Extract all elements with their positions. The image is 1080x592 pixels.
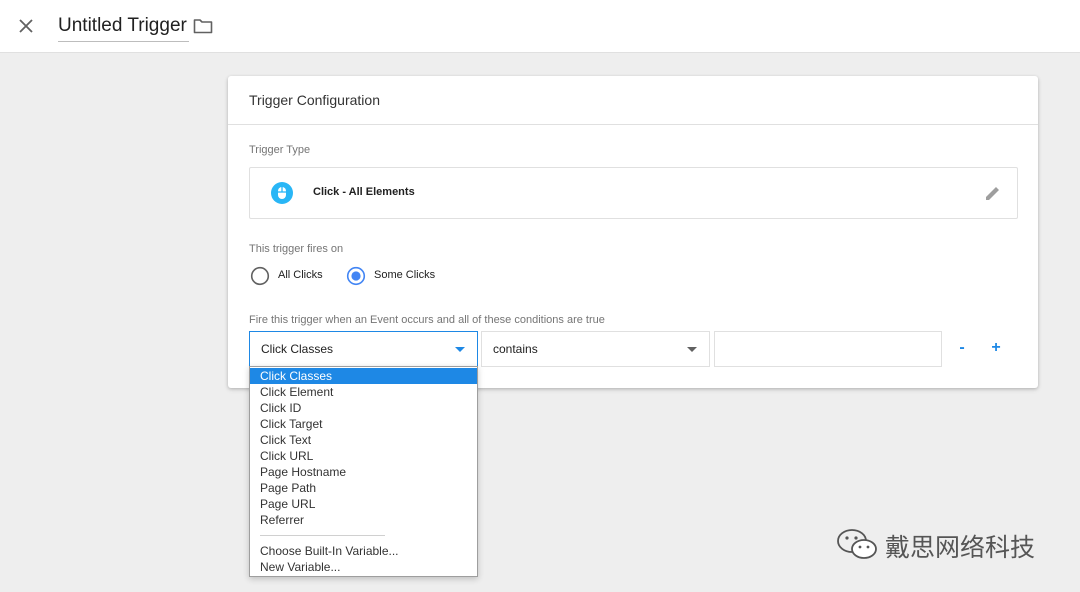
dropdown-item-click-url[interactable]: Click URL — [250, 448, 477, 464]
dropdown-divider — [260, 535, 385, 536]
chevron-down-icon — [455, 347, 465, 352]
dropdown-item-referrer[interactable]: Referrer — [250, 512, 477, 528]
dropdown-item-page-url[interactable]: Page URL — [250, 496, 477, 512]
radio-some-clicks[interactable] — [346, 266, 366, 286]
watermark: 戴思网络科技 — [835, 526, 1035, 564]
radio-some-clicks-label[interactable]: Some Clicks — [374, 269, 435, 281]
trigger-configuration-card: Trigger Configuration Trigger Type Click… — [228, 76, 1038, 388]
variable-select-value: Click Classes — [261, 342, 334, 356]
dropdown-item-click-element[interactable]: Click Element — [250, 384, 477, 400]
dropdown-item-click-classes[interactable]: Click Classes — [250, 368, 477, 384]
trigger-type-value: Click - All Elements — [313, 186, 415, 198]
variable-dropdown-menu: Click Classes Click Element Click ID Cli… — [249, 366, 478, 577]
dropdown-item-click-text[interactable]: Click Text — [250, 432, 477, 448]
close-icon[interactable] — [14, 14, 38, 38]
watermark-text: 戴思网络科技 — [885, 534, 1036, 562]
trigger-type-selector[interactable]: Click - All Elements — [249, 167, 1018, 219]
operator-select-value: contains — [493, 342, 538, 356]
add-condition-button[interactable]: + — [986, 338, 1006, 358]
fires-on-label: This trigger fires on — [249, 243, 344, 255]
dropdown-item-page-hostname[interactable]: Page Hostname — [250, 464, 477, 480]
dropdown-item-page-path[interactable]: Page Path — [250, 480, 477, 496]
remove-condition-button[interactable]: - — [952, 338, 972, 358]
click-icon — [271, 182, 293, 204]
chevron-down-icon — [687, 347, 697, 352]
trigger-name-field[interactable]: Untitled Trigger — [58, 14, 189, 42]
pencil-icon[interactable] — [983, 183, 1003, 203]
card-title: Trigger Configuration — [228, 76, 1038, 125]
dropdown-item-choose-built-in-variable[interactable]: Choose Built-In Variable... — [250, 543, 477, 559]
dropdown-item-new-variable[interactable]: New Variable... — [250, 559, 477, 575]
folder-icon[interactable] — [192, 15, 214, 37]
variable-select[interactable]: Click Classes — [249, 331, 478, 367]
radio-all-clicks-label[interactable]: All Clicks — [278, 269, 323, 281]
trigger-type-label: Trigger Type — [249, 144, 311, 156]
dropdown-item-click-id[interactable]: Click ID — [250, 400, 477, 416]
top-bar: Untitled Trigger — [0, 0, 1080, 53]
operator-select[interactable]: contains — [481, 331, 710, 367]
dropdown-item-click-target[interactable]: Click Target — [250, 416, 477, 432]
condition-value-input[interactable] — [714, 331, 942, 367]
condition-label: Fire this trigger when an Event occurs a… — [249, 314, 605, 326]
wechat-icon — [837, 529, 877, 559]
radio-all-clicks[interactable] — [250, 266, 270, 286]
